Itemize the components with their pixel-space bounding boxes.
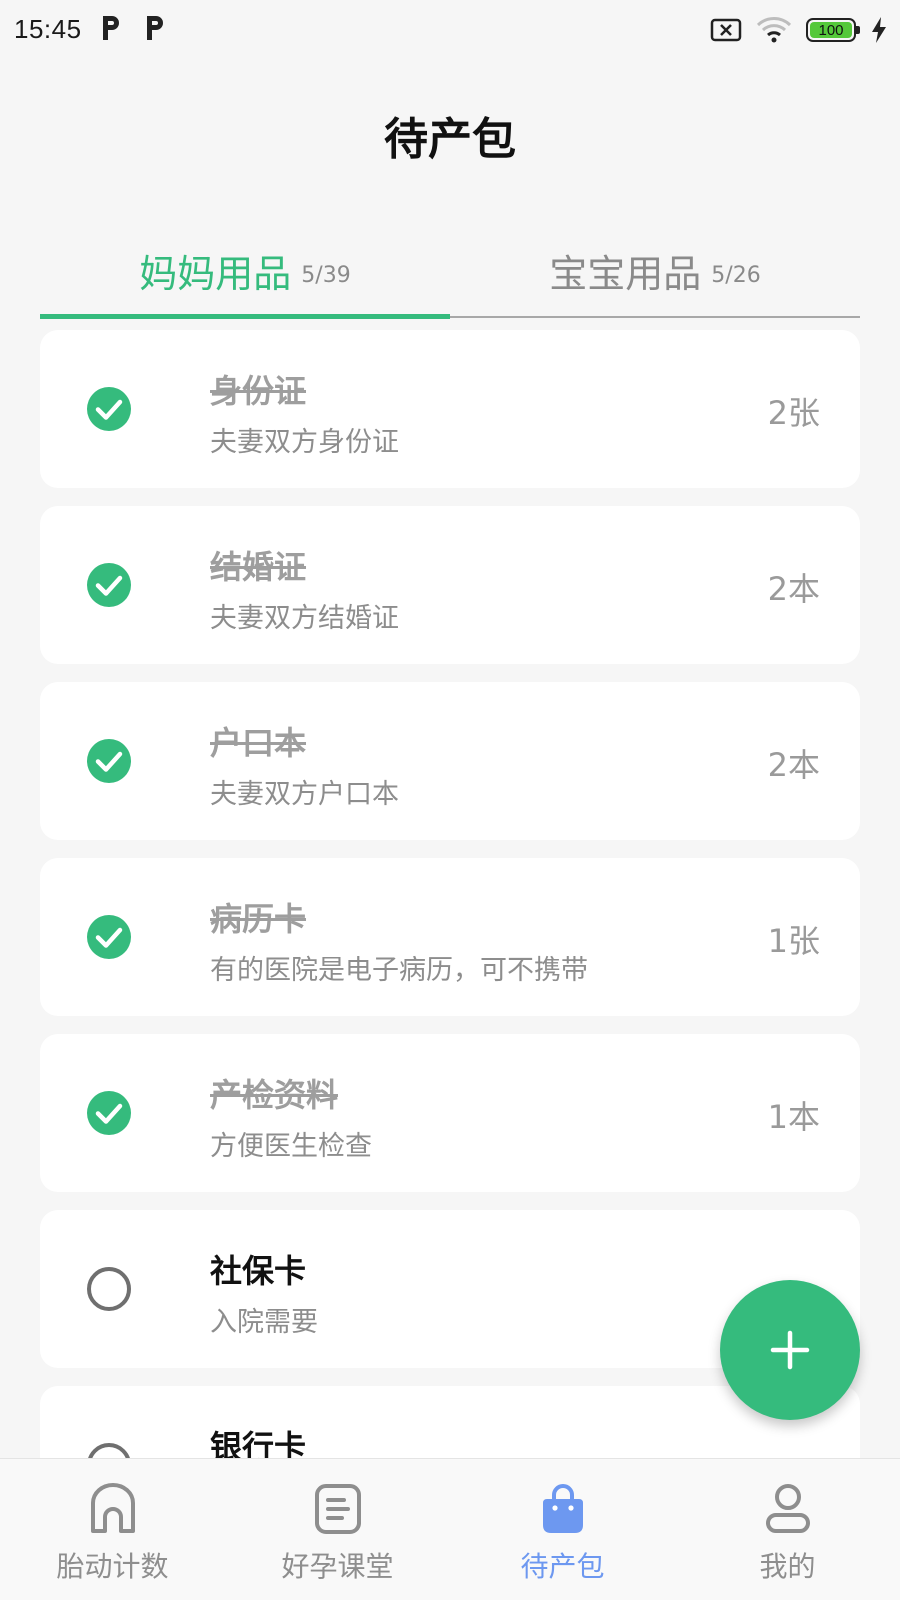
status-icons: 100 bbox=[710, 14, 888, 46]
item-quantity: 1张 bbox=[767, 922, 820, 960]
parking-app-icon bbox=[103, 16, 119, 40]
home-icon bbox=[91, 1483, 135, 1533]
add-item-button[interactable] bbox=[720, 1280, 860, 1420]
bag-icon bbox=[543, 1484, 583, 1533]
item-name: 病历卡 bbox=[210, 900, 307, 938]
charging-icon bbox=[872, 17, 886, 43]
checked-icon[interactable] bbox=[86, 1090, 132, 1136]
tab-label: 妈妈用品 bbox=[139, 251, 292, 296]
checked-icon[interactable] bbox=[86, 738, 132, 784]
item-note: 夫妻双方身份证 bbox=[210, 427, 399, 458]
item-name: 户口本 bbox=[210, 724, 307, 762]
checked-icon[interactable] bbox=[86, 562, 132, 608]
item-name: 身份证 bbox=[210, 372, 307, 410]
tab-baby-items[interactable]: 宝宝用品 5/26 bbox=[450, 222, 860, 318]
battery-level: 100 bbox=[818, 21, 844, 39]
item-quantity: 2本 bbox=[767, 746, 820, 784]
item-note: 有的医院是电子病历，可不携带 bbox=[210, 955, 588, 986]
document-icon bbox=[315, 1484, 361, 1534]
list-item[interactable]: 产检资料 方便医生检查 1本 bbox=[40, 1034, 860, 1192]
nav-label: 好孕课堂 bbox=[281, 1550, 394, 1583]
wifi-icon bbox=[756, 17, 792, 43]
screen: 15:45 100 待产包 妈妈用品 5/39 宝宝用品 5/26 身份证 夫妻… bbox=[0, 0, 900, 1600]
checked-icon[interactable] bbox=[86, 386, 132, 432]
no-sim-icon bbox=[710, 18, 742, 42]
item-name: 结婚证 bbox=[210, 548, 307, 586]
nav-label: 待产包 bbox=[520, 1550, 605, 1583]
nav-hospital-bag[interactable]: 待产包 bbox=[450, 1459, 675, 1600]
item-quantity: 2张 bbox=[767, 394, 820, 432]
list-item[interactable]: 户口本 夫妻双方户口本 2本 bbox=[40, 682, 860, 840]
nav-label: 我的 bbox=[759, 1550, 816, 1583]
nav-label: 胎动计数 bbox=[56, 1550, 169, 1583]
list-item[interactable]: 身份证 夫妻双方身份证 2张 bbox=[40, 330, 860, 488]
unchecked-circle-icon[interactable] bbox=[86, 1266, 132, 1312]
battery-icon: 100 bbox=[806, 18, 860, 42]
person-icon bbox=[766, 1484, 810, 1533]
checklist[interactable]: 身份证 夫妻双方身份证 2张 结婚证 夫妻双方结婚证 2本 户口本 夫妻双方户口… bbox=[40, 330, 860, 1460]
page-title: 待产包 bbox=[384, 114, 516, 165]
item-name: 银行卡 bbox=[210, 1428, 307, 1460]
list-item[interactable]: 结婚证 夫妻双方结婚证 2本 bbox=[40, 506, 860, 664]
tab-label: 宝宝用品 bbox=[549, 251, 702, 296]
bottom-navigation: 胎动计数 好孕课堂 待产包 我的 bbox=[0, 1458, 900, 1600]
item-note: 夫妻双方结婚证 bbox=[210, 603, 399, 634]
nav-pregnancy-class[interactable]: 好孕课堂 bbox=[225, 1459, 450, 1600]
item-note: 入院需要 bbox=[210, 1307, 318, 1338]
item-name: 社保卡 bbox=[210, 1252, 307, 1290]
item-quantity: 1本 bbox=[767, 1098, 820, 1136]
nav-fetal-movement[interactable]: 胎动计数 bbox=[0, 1459, 225, 1600]
active-tab-indicator bbox=[40, 314, 450, 319]
checked-icon[interactable] bbox=[86, 914, 132, 960]
tab-count: 5/39 bbox=[301, 262, 351, 288]
nav-profile[interactable]: 我的 bbox=[675, 1459, 900, 1600]
list-item[interactable]: 银行卡 bbox=[40, 1386, 860, 1460]
list-item[interactable]: 病历卡 有的医院是电子病历，可不携带 1张 bbox=[40, 858, 860, 1016]
item-name: 产检资料 bbox=[210, 1076, 339, 1114]
item-quantity: 2本 bbox=[767, 570, 820, 608]
status-time: 15:45 bbox=[14, 14, 82, 44]
tab-count: 5/26 bbox=[711, 262, 761, 288]
plus-icon bbox=[770, 1330, 810, 1370]
item-note: 夫妻双方户口本 bbox=[210, 779, 399, 810]
category-tabs: 妈妈用品 5/39 宝宝用品 5/26 bbox=[40, 222, 860, 320]
tab-mom-items[interactable]: 妈妈用品 5/39 bbox=[40, 222, 450, 318]
parking-app-icon bbox=[147, 16, 163, 40]
item-note: 方便医生检查 bbox=[210, 1131, 372, 1162]
status-bar: 15:45 100 bbox=[0, 0, 900, 62]
